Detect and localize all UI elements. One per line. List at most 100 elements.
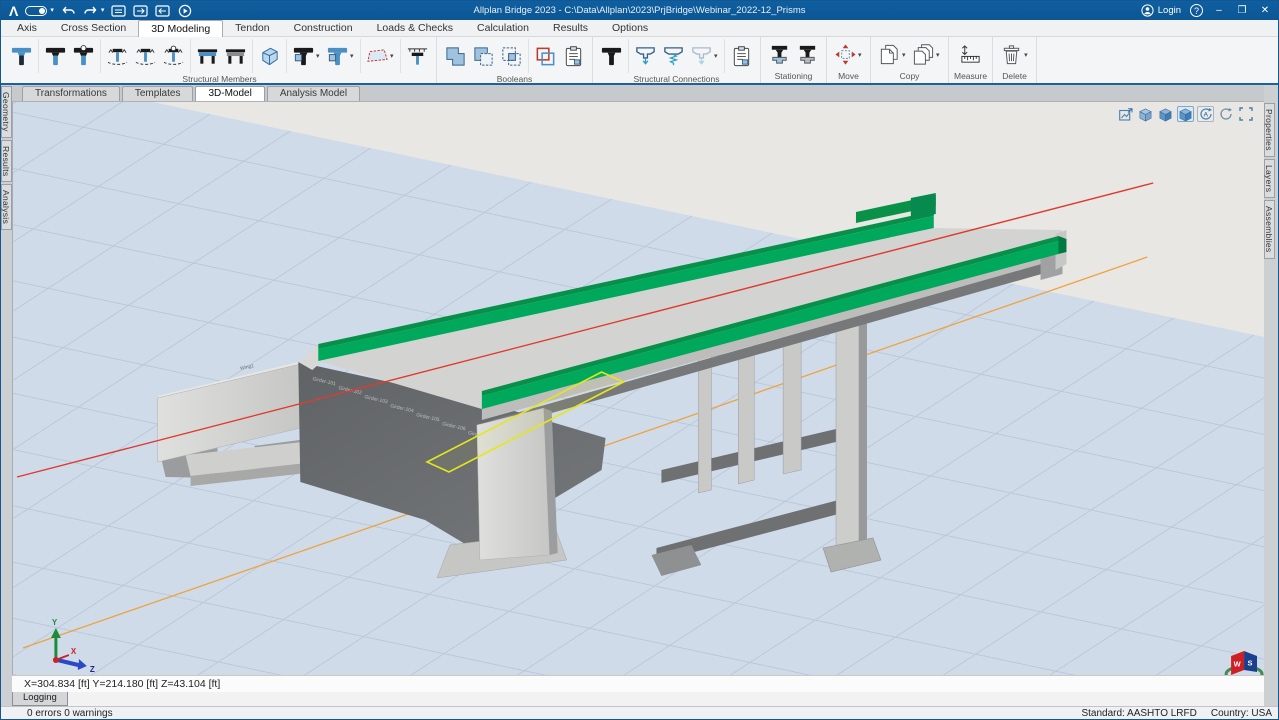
rotate-icon[interactable] [1217,106,1234,122]
tab-transformations[interactable]: Transformations [22,86,120,101]
auto-rotate-icon[interactable]: A [1197,106,1214,122]
group-label: Stationing [766,70,821,83]
substructure-template-icon[interactable] [324,41,351,71]
statusbar: 0 errors 0 warnings Standard: AASHTO LRF… [1,706,1278,719]
tab-3d-model[interactable]: 3D-Model [195,86,264,101]
toggle-dropdown-icon[interactable]: ▾ [50,7,54,14]
spring-connection-icon[interactable] [660,41,687,71]
delete-icon[interactable] [998,40,1025,70]
quick-toggle-icon[interactable] [25,6,47,16]
right-panel-strip: Properties Layers Assemblies [1264,85,1278,706]
help-button[interactable]: ? [1190,4,1203,17]
intersect-icon[interactable] [498,41,525,71]
rigid-connection-icon[interactable] [598,41,625,71]
station-regions-icon[interactable] [794,40,821,70]
restore-button[interactable]: ❐ [1235,5,1249,16]
released-connection-dropdown-icon[interactable]: ▾ [714,52,721,60]
view-shaded-edges-icon[interactable] [1177,106,1194,122]
copy-multiple-icon[interactable] [910,40,937,70]
union-icon[interactable] [442,41,469,71]
copy-multiple-dropdown-icon[interactable]: ▾ [936,51,943,59]
menu-loads-checks[interactable]: Loads & Checks [365,20,465,36]
view-shaded-icon[interactable] [1157,106,1174,122]
view-mode-icon[interactable] [1137,106,1154,122]
3d-viewport-canvas[interactable]: Girder-101 Girder-102 Girder-103 Girder-… [13,102,1264,675]
substructure-icon[interactable] [290,41,317,71]
menu-axis[interactable]: Axis [5,20,49,36]
menu-3d-modeling[interactable]: 3D Modeling [138,20,223,37]
ws-logo-w: W [1234,659,1242,668]
released-connection-icon[interactable] [688,41,715,71]
left-panel-strip: Geometry Results Analysis [1,85,12,706]
girder-icon[interactable] [8,41,35,71]
fit-view-icon[interactable] [1117,106,1134,122]
bearing-icon[interactable] [632,41,659,71]
panel-tab-results[interactable]: Results [1,140,12,182]
plate-dropdown-icon[interactable]: ▾ [390,52,397,60]
panel-tab-geometry[interactable]: Geometry [1,86,12,138]
section-distribution-icon[interactable] [404,41,431,71]
login-button[interactable]: Login [1141,4,1181,17]
panel-tab-analysis[interactable]: Analysis [1,184,12,230]
pier-icon[interactable] [42,41,69,71]
import-icon[interactable] [155,4,170,17]
minimize-button[interactable]: – [1212,5,1226,16]
cross-member-icon[interactable] [70,41,97,71]
menubar: Axis Cross Section 3D Modeling Tendon Co… [1,20,1278,37]
station-points-icon[interactable] [766,40,793,70]
substructure-template-dropdown-icon[interactable]: ▾ [350,52,357,60]
point-member-icon[interactable] [160,41,187,71]
move-dropdown-icon[interactable]: ▾ [858,51,865,59]
menu-tendon[interactable]: Tendon [223,20,281,36]
redo-icon[interactable] [83,4,98,17]
composite-deck-icon[interactable] [222,41,249,71]
menu-construction[interactable]: Construction [282,20,365,36]
panel-tab-properties[interactable]: Properties [1264,103,1275,157]
titlebar: Allplan Bridge 2023 - C:\Data\Allplan\20… [1,1,1278,20]
document-tabs: Transformations Templates 3D-Model Analy… [12,85,1264,102]
design-standard: Standard: AASHTO LRFD [1081,708,1196,719]
group-copy: ▾ ▾ Copy [871,37,949,83]
country: Country: USA [1211,708,1272,719]
deck-slab-icon[interactable] [194,41,221,71]
new-project-icon[interactable] [111,4,126,17]
tab-analysis-model[interactable]: Analysis Model [267,86,360,101]
move-icon[interactable] [832,40,859,70]
close-button[interactable]: ✕ [1258,5,1272,16]
compare-solids-icon[interactable] [532,41,559,71]
ribbon-toolbar: ▾ ▾ ▾ Structural Members Booleans [1,37,1278,85]
girder-between-axes-icon[interactable] [104,41,131,71]
delete-dropdown-icon[interactable]: ▾ [1024,51,1031,59]
copy-icon[interactable] [876,40,903,70]
redo-dropdown-icon[interactable]: ▾ [101,7,105,14]
coordinate-bar: X=304.834 [ft] Y=214.180 [ft] Z=43.104 [… [12,675,1264,692]
group-label: Delete [998,70,1031,83]
menu-cross-section[interactable]: Cross Section [49,20,138,36]
export-icon[interactable] [133,4,148,17]
solid-prism-icon[interactable] [256,41,283,71]
copy-dropdown-icon[interactable]: ▾ [902,51,909,59]
substructure-dropdown-icon[interactable]: ▾ [316,52,323,60]
boolean-manager-icon[interactable] [560,41,587,71]
group-label: Measure [954,70,987,83]
connection-manager-icon[interactable] [728,41,755,71]
panel-tab-layers[interactable]: Layers [1264,159,1275,198]
undo-icon[interactable] [61,4,76,17]
menu-calculation[interactable]: Calculation [465,20,541,36]
tab-templates[interactable]: Templates [122,86,194,101]
panel-tab-assemblies[interactable]: Assemblies [1264,200,1275,258]
subtract-icon[interactable] [470,41,497,71]
svg-text:A: A [1203,112,1208,119]
measure-icon[interactable] [957,40,984,70]
3d-viewport[interactable]: A [12,102,1264,675]
fullscreen-icon[interactable] [1237,106,1254,122]
run-icon[interactable] [177,4,192,17]
plate-icon[interactable] [364,41,391,71]
pier-on-axis-icon[interactable] [132,41,159,71]
logging-tab[interactable]: Logging [12,692,68,706]
menu-options[interactable]: Options [600,20,660,36]
menu-results[interactable]: Results [541,20,600,36]
ws-logo-lambda: Λ [1240,669,1263,675]
axis-triad: Y X Z [51,618,95,674]
wing-label: Wing1 [240,363,255,372]
